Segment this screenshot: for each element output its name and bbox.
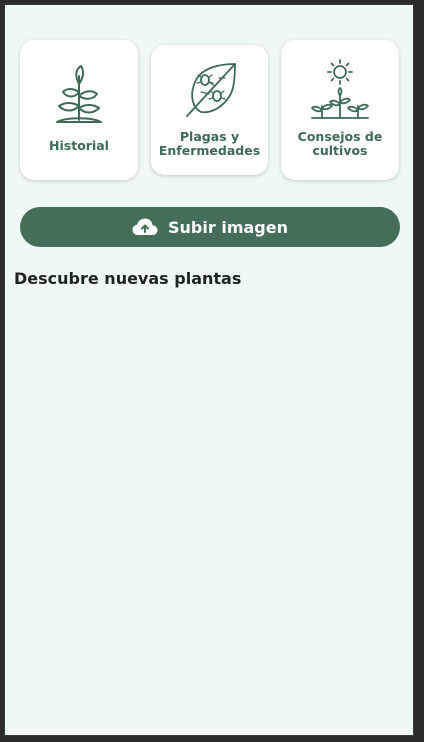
consejos-cultivos-card[interactable]: Consejos de cultivos <box>281 40 399 180</box>
app-screen: Historial Plagas y Enfermedades Consejos… <box>4 4 414 736</box>
sun-crops-icon <box>311 59 369 119</box>
historial-label: Historial <box>49 138 109 153</box>
cloud-upload-icon <box>132 218 158 235</box>
historial-card[interactable]: Historial <box>20 40 138 180</box>
consejos-cultivos-label: Consejos de cultivos <box>297 129 383 158</box>
plagas-enfermedades-card[interactable]: Plagas y Enfermedades <box>151 45 268 175</box>
plagas-enfermedades-label: Plagas y Enfermedades <box>158 129 261 158</box>
discover-section-title: Descubre nuevas plantas <box>14 269 242 288</box>
leaf-bugs-icon <box>185 63 236 117</box>
upload-image-button[interactable]: Subir imagen <box>20 207 400 247</box>
plant-sprout-icon <box>56 65 102 123</box>
upload-image-label: Subir imagen <box>168 217 288 237</box>
